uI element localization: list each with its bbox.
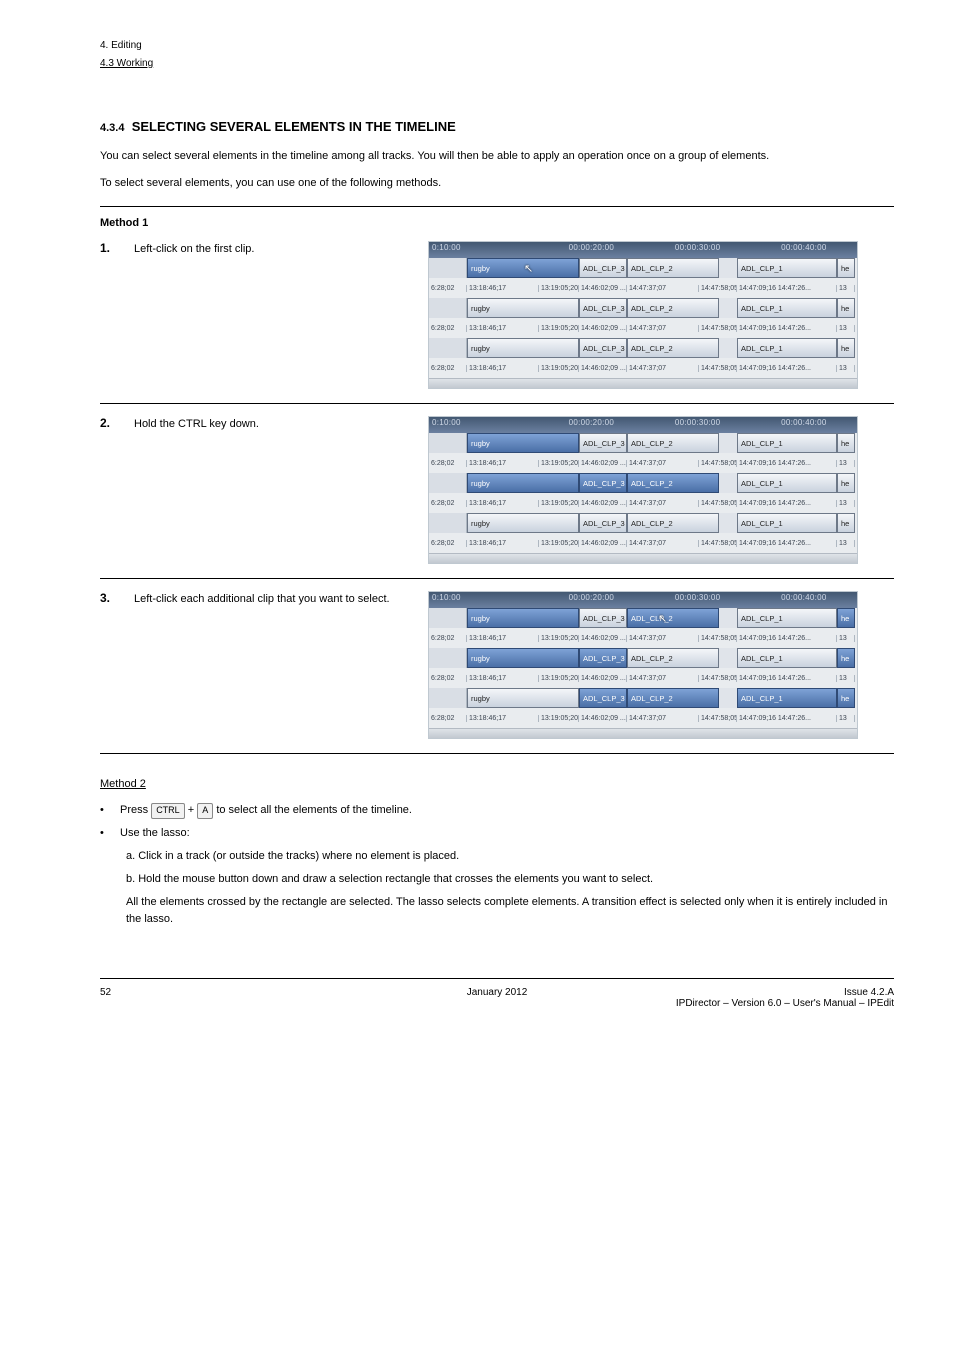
- step-text-1: Left-click on the first clip.: [134, 241, 414, 258]
- clip-he[interactable]: he: [837, 648, 855, 668]
- footer-issue: Issue 4.2.A: [629, 987, 894, 998]
- clip-rugby[interactable]: rugby: [467, 433, 579, 453]
- clip-adl3[interactable]: ADL_CLP_3: [579, 433, 627, 453]
- clip-adl2[interactable]: ADL_CLP_2: [627, 433, 719, 453]
- clip-adl3[interactable]: ADL_CLP_3: [579, 258, 627, 278]
- clip-he[interactable]: he: [837, 473, 855, 493]
- substep-b: b. Hold the mouse button down and draw a…: [126, 871, 653, 888]
- header-chapter: 4. Editing: [100, 40, 894, 51]
- clip-he[interactable]: he: [837, 513, 855, 533]
- clip-adl3[interactable]: ADL_CLP_3: [579, 648, 627, 668]
- footer-doc-title: IPDirector – Version 6.0 – User's Manual…: [629, 998, 894, 1009]
- method2-heading: Method 2: [100, 778, 894, 790]
- timeline-scrollbar[interactable]: [429, 378, 857, 388]
- clip-rugby[interactable]: rugby: [467, 513, 579, 533]
- timeline-scrollbar[interactable]: [429, 553, 857, 563]
- footer-date: January 2012: [365, 987, 630, 1009]
- clip-adl2[interactable]: ADL_CLP_2: [627, 513, 719, 533]
- cursor-icon: ↖: [524, 262, 533, 275]
- clip-rugby[interactable]: rugby: [467, 648, 579, 668]
- timeline-scrollbar[interactable]: [429, 728, 857, 738]
- clip-adl2[interactable]: ADL_CLP_2: [627, 258, 719, 278]
- clip-adl3[interactable]: ADL_CLP_3: [579, 473, 627, 493]
- clip-adl3[interactable]: ADL_CLP_3: [579, 688, 627, 708]
- clip-he[interactable]: he: [837, 298, 855, 318]
- timeline-screenshot-2: 0:10:00 00:00:20:00 00:00:30:00 00:00:40…: [428, 416, 858, 564]
- header-underline: 4.3 Working: [100, 58, 153, 69]
- divider: [100, 403, 894, 404]
- clip-adl2[interactable]: ADL_CLP_2: [627, 473, 719, 493]
- bullet-text: Press CTRL + A to select all the element…: [120, 802, 412, 819]
- clip-rugby[interactable]: rugby: [467, 688, 579, 708]
- section-number: 4.3.4: [100, 122, 124, 134]
- clip-he[interactable]: he: [837, 258, 855, 278]
- clip-rugby[interactable]: rugby ↖: [467, 258, 579, 278]
- bullet-icon: •: [100, 825, 110, 842]
- bullet-icon: •: [100, 802, 110, 819]
- clip-he[interactable]: he: [837, 608, 855, 628]
- clip-rugby[interactable]: rugby: [467, 473, 579, 493]
- clip-adl1[interactable]: ADL_CLP_1: [737, 608, 837, 628]
- clip-adl3[interactable]: ADL_CLP_3: [579, 513, 627, 533]
- clip-adl1[interactable]: ADL_CLP_1: [737, 433, 837, 453]
- step-text-2: Hold the CTRL key down.: [134, 416, 414, 433]
- clip-adl2[interactable]: ADL_CLP_2 ↖: [627, 608, 719, 628]
- bullet-text: Use the lasso:: [120, 825, 190, 842]
- section-heading: SELECTING SEVERAL ELEMENTS IN THE TIMELI…: [132, 119, 456, 134]
- clip-adl1[interactable]: ADL_CLP_1: [737, 688, 837, 708]
- clip-rugby[interactable]: rugby: [467, 298, 579, 318]
- clip-adl2[interactable]: ADL_CLP_2: [627, 338, 719, 358]
- divider: [100, 578, 894, 579]
- clip-he[interactable]: he: [837, 338, 855, 358]
- intro-paragraph-2: To select several elements, you can use …: [100, 175, 894, 192]
- clip-adl3[interactable]: ADL_CLP_3: [579, 608, 627, 628]
- divider: [100, 753, 894, 754]
- clip-adl1[interactable]: ADL_CLP_1: [737, 258, 837, 278]
- key-ctrl: CTRL: [151, 803, 185, 819]
- clip-adl2[interactable]: ADL_CLP_2: [627, 298, 719, 318]
- clip-adl1[interactable]: ADL_CLP_1: [737, 648, 837, 668]
- clip-rugby[interactable]: rugby: [467, 608, 579, 628]
- clip-adl1[interactable]: ADL_CLP_1: [737, 473, 837, 493]
- clip-he[interactable]: he: [837, 688, 855, 708]
- clip-he[interactable]: he: [837, 433, 855, 453]
- page-footer: 52 January 2012 Issue 4.2.A IPDirector –…: [100, 978, 894, 1009]
- clip-adl1[interactable]: ADL_CLP_1: [737, 338, 837, 358]
- key-a: A: [197, 803, 213, 819]
- step-number-2: 2.: [100, 416, 120, 430]
- clip-adl1[interactable]: ADL_CLP_1: [737, 513, 837, 533]
- clip-adl2[interactable]: ADL_CLP_2: [627, 688, 719, 708]
- page-number: 52: [100, 987, 365, 1009]
- clip-adl1[interactable]: ADL_CLP_1: [737, 298, 837, 318]
- clip-adl2[interactable]: ADL_CLP_2: [627, 648, 719, 668]
- intro-paragraph-1: You can select several elements in the t…: [100, 148, 894, 165]
- timeline-ruler: 0:10:00 00:00:20:00 00:00:30:00 00:00:40…: [429, 242, 857, 258]
- substep-a: a. Click in a track (or outside the trac…: [126, 848, 459, 865]
- timeline-screenshot-1: 0:10:00 00:00:20:00 00:00:30:00 00:00:40…: [428, 241, 858, 389]
- substep-note: All the elements crossed by the rectangl…: [126, 894, 894, 928]
- step-number-1: 1.: [100, 241, 120, 255]
- step-number-3: 3.: [100, 591, 120, 605]
- section-title: 4.3.4 SELECTING SEVERAL ELEMENTS IN THE …: [100, 119, 894, 134]
- clip-rugby[interactable]: rugby: [467, 338, 579, 358]
- divider: [100, 206, 894, 207]
- timeline-screenshot-3: 0:10:00 00:00:20:00 00:00:30:00 00:00:40…: [428, 591, 858, 739]
- clip-adl3[interactable]: ADL_CLP_3: [579, 338, 627, 358]
- step-text-3: Left-click each additional clip that you…: [134, 591, 414, 608]
- method1-label: Method 1: [100, 217, 894, 229]
- clip-adl3[interactable]: ADL_CLP_3: [579, 298, 627, 318]
